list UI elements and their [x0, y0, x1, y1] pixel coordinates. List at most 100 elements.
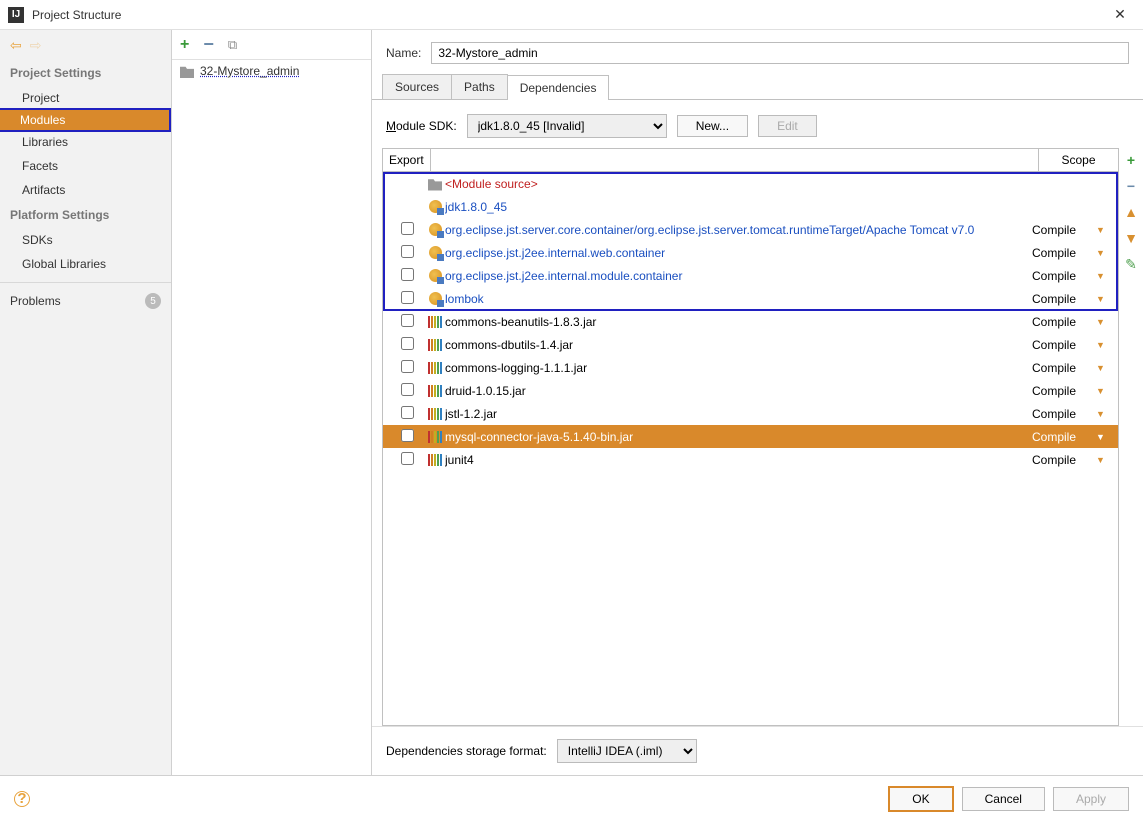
- copy-module-icon[interactable]: ⧉: [228, 37, 237, 53]
- dependency-row[interactable]: lombokCompile▼: [383, 287, 1118, 310]
- export-checkbox[interactable]: [401, 360, 414, 373]
- close-icon[interactable]: ✕: [1105, 6, 1135, 23]
- export-checkbox[interactable]: [401, 245, 414, 258]
- dependency-label: org.eclipse.jst.j2ee.internal.web.contai…: [445, 246, 1028, 260]
- dependency-row[interactable]: org.eclipse.jst.j2ee.internal.web.contai…: [383, 241, 1118, 264]
- dependency-label: commons-logging-1.1.1.jar: [445, 361, 1028, 375]
- dependency-label: org.eclipse.jst.server.core.container/or…: [445, 223, 1028, 237]
- side-tools: + − ▲ ▼ ✎: [1119, 148, 1143, 726]
- scope-dropdown-icon[interactable]: ▼: [1096, 248, 1112, 258]
- scope-dropdown-icon[interactable]: ▼: [1096, 317, 1112, 327]
- export-cell: [389, 406, 425, 422]
- dependency-row[interactable]: org.eclipse.jst.server.core.container/or…: [383, 218, 1118, 241]
- app-icon: IJ: [8, 7, 24, 23]
- scope-cell[interactable]: Compile: [1028, 223, 1096, 237]
- add-module-icon[interactable]: +: [180, 36, 189, 54]
- scope-cell[interactable]: Compile: [1028, 315, 1096, 329]
- dependency-body: <Module source> jdk1.8.0_45 org.eclipse.js…: [383, 172, 1118, 725]
- add-dep-icon[interactable]: +: [1127, 152, 1135, 168]
- nav-arrows: ⇦ ⇨: [0, 30, 171, 60]
- tab-dependencies[interactable]: Dependencies: [507, 75, 610, 100]
- scope-dropdown-icon[interactable]: ▼: [1096, 455, 1112, 465]
- cancel-button[interactable]: Cancel: [962, 787, 1045, 811]
- dependency-row[interactable]: <Module source>: [383, 172, 1118, 195]
- export-checkbox[interactable]: [401, 291, 414, 304]
- scope-cell[interactable]: Compile: [1028, 269, 1096, 283]
- scope-cell[interactable]: Compile: [1028, 384, 1096, 398]
- export-checkbox[interactable]: [401, 222, 414, 235]
- dependency-row[interactable]: jdk1.8.0_45: [383, 195, 1118, 218]
- export-checkbox[interactable]: [401, 406, 414, 419]
- sidebar-item-project[interactable]: Project: [0, 86, 171, 110]
- module-toolbar: + − ⧉: [172, 30, 371, 60]
- sidebar-item-artifacts[interactable]: Artifacts: [0, 178, 171, 202]
- scope-cell[interactable]: Compile: [1028, 453, 1096, 467]
- sidebar-item-problems[interactable]: Problems 5: [0, 282, 171, 314]
- scope-dropdown-icon[interactable]: ▼: [1096, 432, 1112, 442]
- scope-dropdown-icon[interactable]: ▼: [1096, 294, 1112, 304]
- dependency-row[interactable]: mysql-connector-java-5.1.40-bin.jarCompi…: [383, 425, 1118, 448]
- export-checkbox[interactable]: [401, 337, 414, 350]
- ok-button[interactable]: OK: [888, 786, 953, 812]
- scope-dropdown-icon[interactable]: ▼: [1096, 386, 1112, 396]
- sidebar-item-sdks[interactable]: SDKs: [0, 228, 171, 252]
- name-input[interactable]: [431, 42, 1129, 64]
- dependency-row[interactable]: commons-dbutils-1.4.jarCompile▼: [383, 333, 1118, 356]
- remove-module-icon[interactable]: −: [203, 34, 214, 55]
- dependency-header: Export Scope: [383, 149, 1118, 172]
- scope-cell[interactable]: Compile: [1028, 246, 1096, 260]
- sidebar-item-global-libraries[interactable]: Global Libraries: [0, 252, 171, 276]
- dependency-row[interactable]: org.eclipse.jst.j2ee.internal.module.con…: [383, 264, 1118, 287]
- dependency-row[interactable]: commons-logging-1.1.1.jarCompile▼: [383, 356, 1118, 379]
- dependency-label: lombok: [445, 292, 1028, 306]
- dependency-row[interactable]: jstl-1.2.jarCompile▼: [383, 402, 1118, 425]
- sidebar-item-modules[interactable]: Modules: [0, 108, 171, 132]
- scope-cell[interactable]: Compile: [1028, 361, 1096, 375]
- main-area: ⇦ ⇨ Project Settings Project Modules Lib…: [0, 30, 1143, 775]
- library-bars-icon: [425, 431, 445, 443]
- move-up-icon[interactable]: ▲: [1124, 204, 1138, 220]
- new-sdk-button[interactable]: New...: [677, 115, 748, 137]
- scope-dropdown-icon[interactable]: ▼: [1096, 225, 1112, 235]
- edit-dep-icon[interactable]: ✎: [1125, 256, 1137, 273]
- header-export[interactable]: Export: [383, 149, 431, 171]
- dependency-row[interactable]: commons-beanutils-1.8.3.jarCompile▼: [383, 310, 1118, 333]
- scope-dropdown-icon[interactable]: ▼: [1096, 271, 1112, 281]
- scope-dropdown-icon[interactable]: ▼: [1096, 409, 1112, 419]
- export-checkbox[interactable]: [401, 452, 414, 465]
- move-down-icon[interactable]: ▼: [1124, 230, 1138, 246]
- library-globe-icon: [425, 246, 445, 259]
- remove-dep-icon[interactable]: −: [1127, 178, 1135, 194]
- help-icon[interactable]: ?: [14, 791, 30, 807]
- scope-dropdown-icon[interactable]: ▼: [1096, 363, 1112, 373]
- export-cell: [389, 337, 425, 353]
- dependency-label: org.eclipse.jst.j2ee.internal.module.con…: [445, 269, 1028, 283]
- back-icon[interactable]: ⇦: [10, 37, 22, 54]
- tab-sources[interactable]: Sources: [382, 74, 452, 99]
- module-item[interactable]: 32-Mystore_admin: [172, 60, 371, 82]
- scope-cell[interactable]: Compile: [1028, 407, 1096, 421]
- export-cell: [389, 383, 425, 399]
- export-cell: [389, 452, 425, 468]
- export-checkbox[interactable]: [401, 429, 414, 442]
- sdk-select[interactable]: jdk1.8.0_45 [Invalid]: [467, 114, 667, 138]
- library-globe-icon: [425, 223, 445, 236]
- export-checkbox[interactable]: [401, 383, 414, 396]
- header-scope[interactable]: Scope: [1038, 149, 1118, 171]
- dependency-label: jdk1.8.0_45: [445, 200, 1028, 214]
- scope-cell[interactable]: Compile: [1028, 430, 1096, 444]
- library-bars-icon: [425, 339, 445, 351]
- sidebar: ⇦ ⇨ Project Settings Project Modules Lib…: [0, 30, 172, 775]
- scope-cell[interactable]: Compile: [1028, 292, 1096, 306]
- storage-select[interactable]: IntelliJ IDEA (.iml): [557, 739, 697, 763]
- dependency-row[interactable]: druid-1.0.15.jarCompile▼: [383, 379, 1118, 402]
- export-checkbox[interactable]: [401, 268, 414, 281]
- sidebar-item-facets[interactable]: Facets: [0, 154, 171, 178]
- sidebar-item-libraries[interactable]: Libraries: [0, 130, 171, 154]
- dependency-row[interactable]: junit4Compile▼: [383, 448, 1118, 471]
- tab-paths[interactable]: Paths: [451, 74, 508, 99]
- scope-cell[interactable]: Compile: [1028, 338, 1096, 352]
- export-checkbox[interactable]: [401, 314, 414, 327]
- forward-icon[interactable]: ⇨: [30, 37, 42, 54]
- scope-dropdown-icon[interactable]: ▼: [1096, 340, 1112, 350]
